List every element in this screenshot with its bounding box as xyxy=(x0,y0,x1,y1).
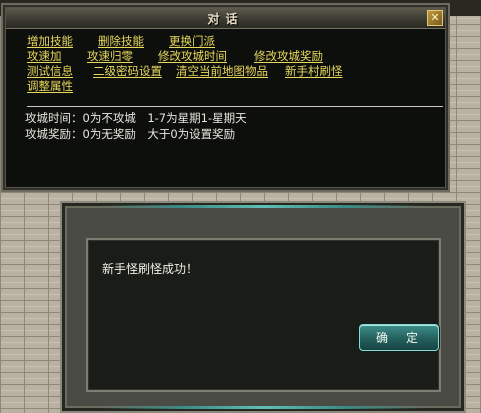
link-add-skill[interactable]: 增加技能 xyxy=(27,33,73,49)
link-attack-speed-reset[interactable]: 攻速归零 xyxy=(87,48,133,64)
siege-reward-info: 攻城奖励：0为无奖励 大于0为设置奖励 xyxy=(25,127,236,141)
divider xyxy=(27,106,443,107)
link-newbie-village-spawn[interactable]: 新手村刷怪 xyxy=(285,63,343,79)
link-secondary-password[interactable]: 二级密码设置 xyxy=(93,63,162,79)
message-text: 新手怪刷怪成功！ xyxy=(102,262,199,276)
talk-titlebar[interactable]: 对话 ✕ xyxy=(6,8,445,29)
message-panel: 新手怪刷怪成功！ 确定 xyxy=(86,238,441,392)
talk-title: 对话 xyxy=(207,11,244,26)
message-dialog: 新手怪刷怪成功！ 确定 xyxy=(60,201,466,413)
close-icon[interactable]: ✕ xyxy=(427,10,443,26)
link-test-info[interactable]: 测试信息 xyxy=(27,63,73,79)
link-modify-siege-reward[interactable]: 修改攻城奖励 xyxy=(254,48,323,64)
link-change-sect[interactable]: 更换门派 xyxy=(169,33,215,49)
link-attack-speed-add[interactable]: 攻速加 xyxy=(27,48,62,64)
frame-decoration-top xyxy=(102,205,424,208)
link-adjust-attributes[interactable]: 调整属性 xyxy=(27,78,73,94)
talk-dialog: 对话 ✕ 增加技能 删除技能 更换门派 攻速加 攻速归零 修改攻城时间 修改攻城… xyxy=(1,3,450,192)
frame-decoration-bottom xyxy=(102,406,424,409)
confirm-button[interactable]: 确定 xyxy=(359,324,439,351)
link-clear-map-items[interactable]: 清空当前地图物品 xyxy=(176,63,268,79)
link-delete-skill[interactable]: 删除技能 xyxy=(98,33,144,49)
siege-time-info: 攻城时间：0为不攻城 1-7为星期1-星期天 xyxy=(25,111,247,125)
link-modify-siege-time[interactable]: 修改攻城时间 xyxy=(158,48,227,64)
